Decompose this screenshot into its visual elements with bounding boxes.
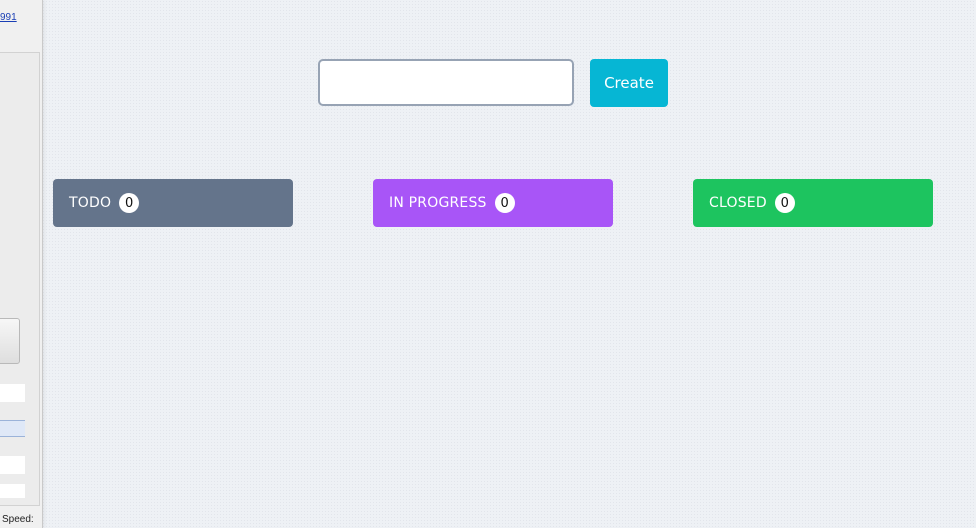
column-in-progress-header: IN PROGRESS 0 <box>373 179 613 227</box>
side-panel-row[interactable] <box>0 484 25 498</box>
side-panel-inner <box>0 52 40 506</box>
side-link[interactable]: 991 <box>0 12 17 23</box>
column-title: IN PROGRESS <box>389 195 487 211</box>
count-badge: 0 <box>119 193 140 213</box>
side-panel: 991 Speed: <box>0 0 43 528</box>
side-panel-row-selected[interactable] <box>0 420 25 437</box>
column-closed-header: CLOSED 0 <box>693 179 933 227</box>
column-todo-header: TODO 0 <box>53 179 293 227</box>
speed-label: Speed: <box>2 514 34 525</box>
side-panel-row[interactable] <box>0 456 25 474</box>
column-title: TODO <box>69 195 112 211</box>
task-input[interactable] <box>318 59 574 106</box>
count-badge: 0 <box>494 193 515 213</box>
column-title: CLOSED <box>709 195 767 211</box>
side-panel-row[interactable] <box>0 384 25 402</box>
count-badge: 0 <box>774 193 795 213</box>
create-button[interactable]: Create <box>590 59 668 107</box>
side-panel-button[interactable] <box>0 318 20 364</box>
